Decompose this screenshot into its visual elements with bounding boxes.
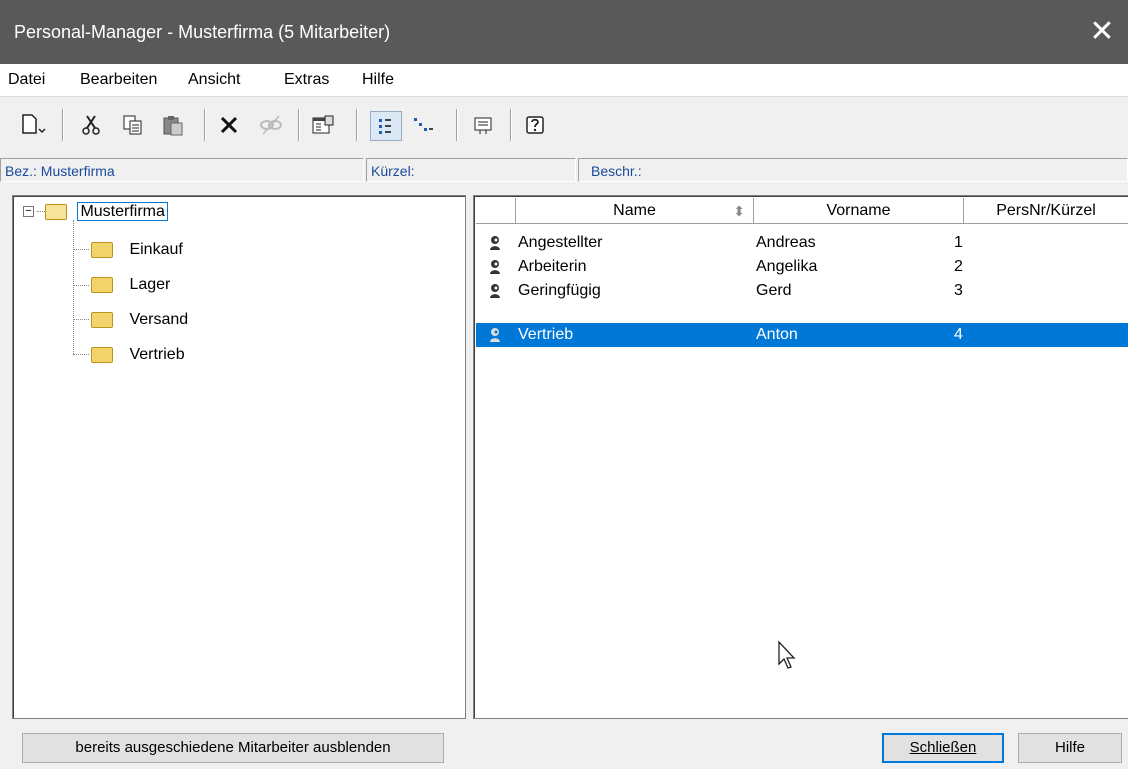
column-header-persnr[interactable]: PersNr/Kürzel xyxy=(964,198,1128,224)
menu-hilfe[interactable]: Hilfe xyxy=(362,71,394,89)
column-header-name-label: Name xyxy=(613,202,656,219)
beschr-field: Beschr.: xyxy=(578,158,1128,182)
tree-connector xyxy=(73,285,89,286)
cell-name: Geringfügig xyxy=(518,282,601,299)
cell-persnr: 1 xyxy=(954,234,963,251)
tree-connector xyxy=(73,249,89,250)
collapse-toggle[interactable]: − xyxy=(23,206,34,217)
tree-view-icon[interactable] xyxy=(370,111,402,141)
tree-item-label: Vertrieb xyxy=(129,346,185,363)
menu-ansicht[interactable]: Ansicht xyxy=(188,71,240,89)
help-button-label: Hilfe xyxy=(1054,739,1085,756)
tree-item-label: Einkauf xyxy=(129,241,183,258)
cell-name: Vertrieb xyxy=(518,326,574,343)
menu-bar: Datei Bearbeiten Ansicht Extras Hilfe xyxy=(0,64,1128,97)
folder-icon xyxy=(91,241,113,258)
cell-vorname: Anton xyxy=(756,326,798,343)
cell-persnr: 3 xyxy=(954,282,963,299)
cell-vorname: Angelika xyxy=(756,258,818,275)
toolbar-separator xyxy=(62,109,64,141)
tree-connector xyxy=(37,211,45,212)
close-icon[interactable]: ✕ xyxy=(1084,14,1120,50)
toolbar-separator xyxy=(298,109,300,141)
cell-vorname: Gerd xyxy=(756,282,792,299)
toolbar-separator xyxy=(356,109,358,141)
info-bar: Bez.: Musterfirma Kürzel: Beschr.: xyxy=(0,155,1128,185)
tree-item-einkauf[interactable]: Einkauf xyxy=(91,238,183,262)
tree-connector xyxy=(73,220,74,354)
export-icon[interactable] xyxy=(468,111,498,139)
tree-root-label: Musterfirma xyxy=(77,202,168,221)
close-button[interactable]: Schließen xyxy=(882,733,1004,763)
bez-field: Bez.: Musterfirma xyxy=(0,158,364,182)
person-icon xyxy=(490,236,500,250)
hide-former-employees-button[interactable]: bereits ausgeschiedene Mitarbeiter ausbl… xyxy=(22,733,444,763)
cell-name: Arbeiterin xyxy=(518,258,587,275)
tree-item-lager[interactable]: Lager xyxy=(91,273,170,297)
menu-extras[interactable]: Extras xyxy=(284,71,329,89)
employee-list[interactable]: Name ⬍ Vorname PersNr/Kürzel Angestellte… xyxy=(473,195,1128,719)
help-button[interactable]: Hilfe xyxy=(1018,733,1122,763)
person-icon xyxy=(490,260,500,274)
delete-icon[interactable] xyxy=(214,111,244,139)
title-bar: Personal-Manager - Musterfirma (5 Mitarb… xyxy=(0,0,1128,64)
sort-icon: ⬍ xyxy=(733,203,745,219)
tree-item-label: Lager xyxy=(129,276,171,293)
table-row[interactable]: Geringfügig Gerd 3 xyxy=(476,279,1128,303)
properties-icon[interactable] xyxy=(308,111,338,139)
folder-icon xyxy=(91,346,113,363)
cell-persnr: 4 xyxy=(954,326,963,343)
tree-item-vertrieb[interactable]: Vertrieb xyxy=(91,343,185,367)
toolbar-separator xyxy=(510,109,512,141)
tree-connector xyxy=(73,354,89,355)
kuerzel-field: Kürzel: xyxy=(366,158,576,182)
unlink-icon[interactable] xyxy=(256,111,286,139)
paste-icon[interactable] xyxy=(158,111,188,139)
tree-connector xyxy=(73,319,89,320)
tree-root[interactable]: Musterfirma xyxy=(45,200,168,224)
close-button-label: Schließen xyxy=(909,739,977,756)
column-header-icon[interactable] xyxy=(476,198,516,224)
window-title: Personal-Manager - Musterfirma (5 Mitarb… xyxy=(14,22,391,42)
cut-icon[interactable] xyxy=(76,111,106,139)
folder-icon xyxy=(91,311,113,328)
menu-bearbeiten[interactable]: Bearbeiten xyxy=(80,71,157,89)
column-header-vorname[interactable]: Vorname xyxy=(754,198,964,224)
cell-name: Angestellter xyxy=(518,234,603,251)
table-row-selected[interactable]: Vertrieb Anton 4 xyxy=(476,323,1128,347)
copy-icon[interactable] xyxy=(118,111,148,139)
person-icon xyxy=(490,328,500,342)
folder-icon xyxy=(91,276,113,293)
menu-datei[interactable]: Datei xyxy=(8,71,45,89)
new-document-icon[interactable] xyxy=(18,111,48,139)
cell-vorname: Andreas xyxy=(756,234,816,251)
open-folder-icon xyxy=(45,203,67,220)
table-row[interactable]: Angestellter Andreas 1 xyxy=(476,231,1128,255)
tree-item-versand[interactable]: Versand xyxy=(91,308,188,332)
tree-item-label: Versand xyxy=(129,311,189,328)
mouse-pointer-icon xyxy=(778,640,796,669)
help-icon[interactable] xyxy=(520,111,550,139)
column-header-name[interactable]: Name ⬍ xyxy=(516,198,754,224)
cell-persnr: 2 xyxy=(954,258,963,275)
toolbar-separator xyxy=(456,109,458,141)
detail-view-icon[interactable] xyxy=(408,111,438,139)
department-tree[interactable]: − Musterfirma Einkauf Lager Versand Vert… xyxy=(12,195,466,719)
person-icon xyxy=(490,284,500,298)
toolbar-separator xyxy=(204,109,206,141)
table-row[interactable]: Arbeiterin Angelika 2 xyxy=(476,255,1128,279)
toolbar xyxy=(0,97,1128,153)
